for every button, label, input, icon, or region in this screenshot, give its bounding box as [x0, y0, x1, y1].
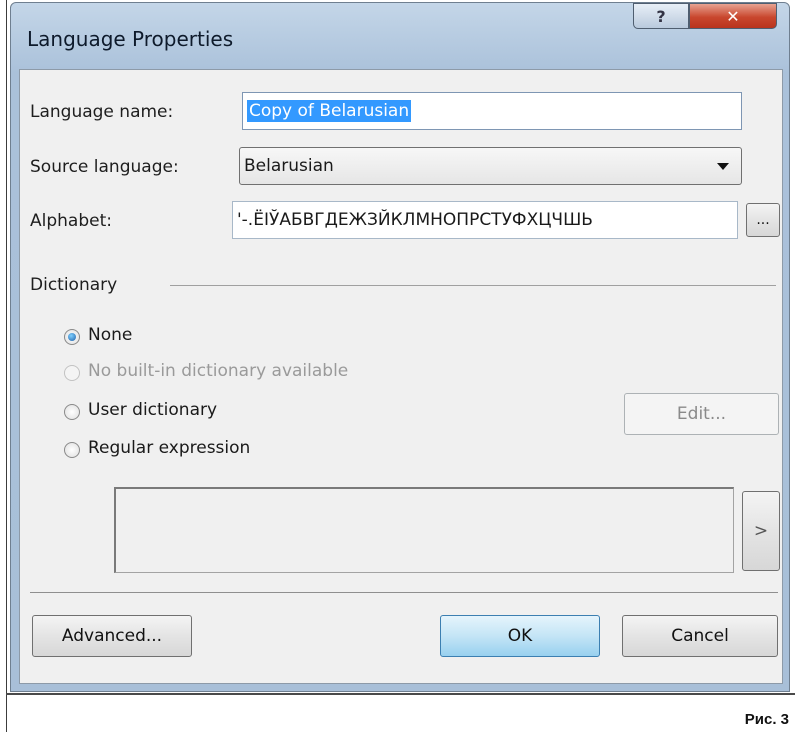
help-button[interactable]: ? — [633, 3, 689, 29]
expression-insert-button[interactable]: > — [742, 491, 780, 571]
figure-caption: Рис. 3 — [744, 711, 789, 728]
chevron-right-icon: > — [753, 521, 769, 541]
radio-user-dictionary-label[interactable]: User dictionary — [88, 400, 217, 420]
ok-button[interactable]: OK — [440, 615, 600, 657]
help-icon: ? — [656, 6, 666, 26]
radio-user-dictionary[interactable] — [64, 404, 80, 420]
alphabet-input[interactable]: '-.ЁІЎАБВГДЕЖЗЙКЛМНОПРСТУФХЦЧШЬ — [232, 201, 738, 239]
cancel-button[interactable]: Cancel — [622, 615, 778, 657]
page-bottom-rule — [6, 693, 795, 695]
radio-none[interactable] — [64, 329, 80, 345]
advanced-button[interactable]: Advanced... — [32, 615, 192, 657]
alphabet-label: Alphabet: — [30, 211, 112, 231]
cancel-button-label: Cancel — [671, 626, 729, 646]
source-language-value: Belarusian — [244, 156, 334, 176]
footer-separator — [30, 592, 778, 593]
radio-builtin-dictionary-label: No built-in dictionary available — [88, 361, 349, 381]
chevron-down-icon — [717, 163, 729, 170]
dialog-client-area: Language name: Copy of Belarusian Source… — [19, 69, 783, 684]
ok-button-label: OK — [507, 626, 533, 646]
ellipsis-icon: ... — [756, 212, 770, 228]
language-name-label: Language name: — [30, 102, 174, 122]
regular-expression-input[interactable] — [114, 487, 734, 573]
dialog-title: Language Properties — [27, 27, 234, 51]
radio-builtin-dictionary — [64, 365, 80, 381]
close-icon: ✕ — [726, 6, 740, 26]
source-language-dropdown[interactable]: Belarusian — [239, 147, 742, 185]
dictionary-separator — [170, 285, 776, 286]
language-name-value: Copy of Belarusian — [247, 100, 412, 122]
alphabet-value: '-.ЁІЎАБВГДЕЖЗЙКЛМНОПРСТУФХЦЧШЬ — [237, 210, 593, 230]
language-properties-dialog: Language Properties ? ✕ Language name: C… — [10, 2, 790, 692]
language-name-input[interactable]: Copy of Belarusian — [242, 92, 742, 130]
page-left-rule — [6, 0, 7, 732]
close-button[interactable]: ✕ — [689, 3, 777, 29]
edit-button-label: Edit... — [676, 404, 727, 424]
source-language-label: Source language: — [30, 157, 179, 177]
radio-none-label[interactable]: None — [88, 325, 132, 345]
alphabet-browse-button[interactable]: ... — [746, 203, 780, 237]
advanced-button-label: Advanced... — [61, 626, 163, 646]
edit-dictionary-button[interactable]: Edit... — [624, 393, 779, 435]
dictionary-heading: Dictionary — [30, 275, 118, 295]
radio-regular-expression-label[interactable]: Regular expression — [88, 438, 250, 458]
radio-regular-expression[interactable] — [64, 442, 80, 458]
